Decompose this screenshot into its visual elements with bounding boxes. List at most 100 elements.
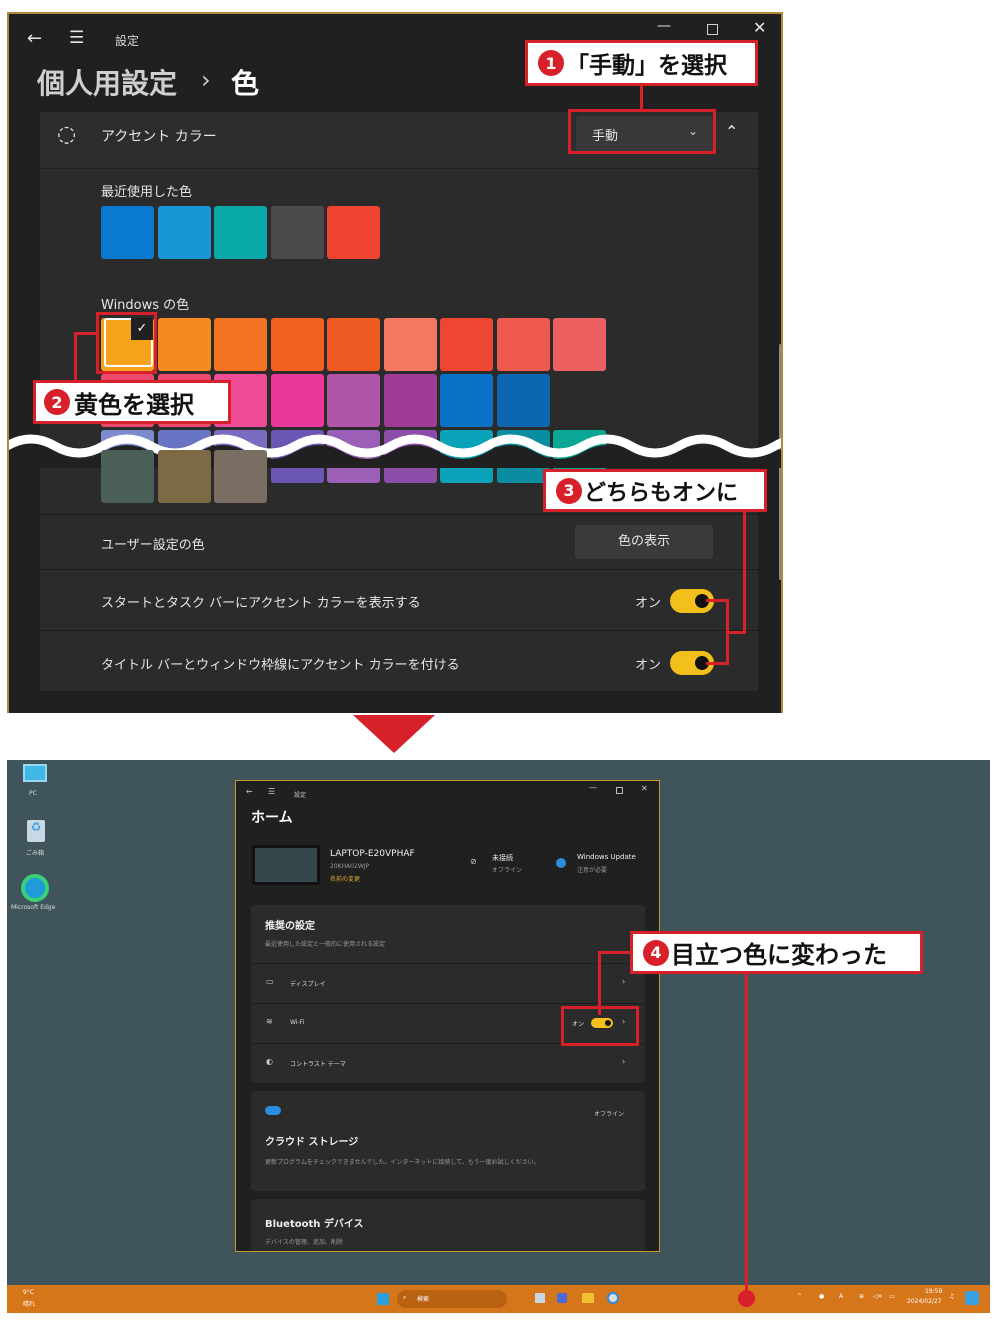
callout-leader-line <box>743 512 746 634</box>
network-tray-icon[interactable]: ⊕ <box>859 1293 864 1300</box>
titlebar-toggle-state: オン <box>635 658 662 673</box>
weather-temp[interactable]: 9°C <box>23 1289 34 1296</box>
file-explorer-icon[interactable] <box>582 1293 594 1303</box>
callout-number: 2 <box>44 389 70 415</box>
callout-leader-line <box>74 332 98 335</box>
windows-color-swatch-r1-8[interactable] <box>496 318 550 371</box>
recycle-bin-label: ごみ箱 <box>26 850 45 857</box>
chevron-right-icon[interactable]: › <box>622 977 625 986</box>
down-arrow-icon <box>353 715 435 753</box>
edge-icon-label: Microsoft Edge <box>11 904 56 911</box>
windows-update-sub: 注意が必要 <box>577 867 608 874</box>
weather-desc: 晴れ <box>23 1301 36 1308</box>
windows-color-swatch-r1-6[interactable] <box>383 318 437 371</box>
back-arrow-icon[interactable]: ← <box>27 28 42 49</box>
recommended-sub: 最近使用した設定と一般的に使用される設定 <box>265 941 386 948</box>
hamburger-icon[interactable]: ☰ <box>69 28 84 48</box>
notification-bell-icon[interactable]: ♫ <box>949 1293 954 1300</box>
breadcrumb-parent[interactable]: 個人用設定 <box>37 62 177 102</box>
task-view-icon[interactable] <box>535 1293 545 1303</box>
start-taskbar-accent-label: スタートとタスク バーにアクセント カラーを表示する <box>101 596 421 611</box>
callout-leader-line <box>598 951 632 954</box>
copilot-icon[interactable] <box>965 1291 979 1305</box>
recent-color-swatch-3[interactable] <box>214 206 267 259</box>
recent-color-swatch-5[interactable] <box>327 206 380 259</box>
search-box[interactable]: ⌕ 検索 <box>397 1290 507 1308</box>
cloud-icon <box>265 1106 281 1115</box>
recent-color-swatch-2[interactable] <box>157 206 211 259</box>
clock-time[interactable]: 19:59 <box>925 1288 942 1295</box>
windows-color-swatch-r1-9[interactable] <box>553 318 606 371</box>
close-icon[interactable]: ✕ <box>641 784 648 793</box>
battery-icon[interactable]: ▭ <box>889 1293 895 1300</box>
callout-1: 1 「手動」を選択 <box>525 40 758 86</box>
maximize-icon[interactable] <box>616 787 623 794</box>
callout-leader-line <box>726 631 746 634</box>
maximize-icon[interactable] <box>707 24 718 35</box>
callout-number: 1 <box>538 50 564 76</box>
window-title: 設定 <box>115 34 140 48</box>
wifi-label[interactable]: Wi-Fi <box>290 1019 304 1026</box>
start-taskbar-toggle-state: オン <box>635 596 662 611</box>
close-icon[interactable]: ✕ <box>753 18 766 37</box>
windows-color-swatch-r1-4[interactable] <box>270 318 324 371</box>
windows-color-swatch-r1-3[interactable] <box>214 318 267 371</box>
teams-icon[interactable] <box>557 1293 567 1303</box>
bluetooth-sub: デバイスの管理、追加、削除 <box>265 1239 343 1246</box>
callout-leader-line <box>706 599 728 602</box>
recommended-title: 推奨の設定 <box>265 921 315 932</box>
rename-link[interactable]: 名前の変更 <box>330 874 360 883</box>
windows-color-swatch-r2-7[interactable] <box>440 374 493 427</box>
windows-color-swatch-r2-8[interactable] <box>496 374 550 427</box>
pc-icon-label: PC <box>29 790 37 797</box>
callout-leader-line <box>726 599 729 665</box>
windows-color-swatch-r2-5[interactable] <box>327 374 380 427</box>
windows-color-swatch-r2-4[interactable] <box>270 374 324 427</box>
callout-4: 4 目立つ色に変わった <box>630 931 923 974</box>
windows-color-swatch-r2-6[interactable] <box>383 374 437 427</box>
tray-app-icon[interactable]: ● <box>819 1293 824 1300</box>
start-icon[interactable] <box>377 1293 389 1305</box>
recent-color-swatch-1[interactable] <box>101 206 154 259</box>
tray-chevron-icon[interactable]: ^ <box>797 1293 802 1300</box>
highlight-dropdown <box>568 109 716 154</box>
windows-color-swatch-r4-2[interactable] <box>157 450 211 503</box>
highlight-yellow-swatch <box>96 312 157 374</box>
titlebar-accent-label: タイトル バーとウィンドウ枠線にアクセント カラーを付ける <box>101 658 460 673</box>
volume-icon[interactable]: ◁× <box>873 1293 883 1300</box>
desktop: PC ♻ ごみ箱 Microsoft Edge ← ☰ 設定 — ✕ ホーム L… <box>7 760 990 1313</box>
windows-color-swatch-r1-5[interactable] <box>327 318 380 371</box>
recycle-bin-icon[interactable]: ♻ <box>27 820 45 842</box>
windows-color-swatch-r4-1[interactable] <box>101 450 154 503</box>
callout-3: 3 どちらもオンに <box>543 469 767 512</box>
minimize-icon[interactable]: — <box>657 18 671 34</box>
contrast-label[interactable]: コントラスト テーマ <box>290 1059 346 1068</box>
page-title: ホーム <box>251 810 293 826</box>
taskbar: 9°C 晴れ ⌕ 検索 ^ ● A ⊕ ◁× ▭ 19:59 2024/02/2… <box>7 1285 990 1313</box>
bluetooth-title[interactable]: Bluetooth デバイス <box>265 1215 364 1230</box>
view-colors-button[interactable]: 色の表示 <box>575 525 713 559</box>
pc-icon[interactable] <box>23 764 47 782</box>
hamburger-icon[interactable]: ☰ <box>268 787 275 796</box>
settings-taskbar-icon[interactable] <box>607 1292 619 1304</box>
windows-color-swatch-r1-2[interactable] <box>157 318 211 371</box>
callout-leader-dot <box>738 1290 755 1307</box>
windows-color-swatch-r1-7[interactable] <box>440 318 493 371</box>
callout-2: 2 黄色を選択 <box>33 380 231 424</box>
clock-date[interactable]: 2024/02/27 <box>907 1298 942 1305</box>
chevron-up-icon[interactable]: ⌃ <box>725 122 738 141</box>
windows-update-title[interactable]: Windows Update <box>577 853 636 861</box>
device-model: 20KHA02WJP <box>330 863 370 870</box>
ime-icon[interactable]: A <box>839 1293 843 1300</box>
windows-color-swatch-r4-3[interactable] <box>214 450 267 503</box>
back-arrow-icon[interactable]: ← <box>246 787 253 796</box>
display-label[interactable]: ディスプレイ <box>290 979 326 988</box>
display-icon: ▭ <box>266 977 274 986</box>
callout-leader-line <box>706 662 728 665</box>
page-title: 色 <box>231 67 260 100</box>
minimize-icon[interactable]: — <box>589 783 597 792</box>
chevron-right-icon[interactable]: › <box>622 1057 625 1066</box>
recent-color-swatch-4[interactable] <box>270 206 324 259</box>
edge-icon[interactable] <box>21 874 49 902</box>
network-icon: ⊘ <box>470 857 477 866</box>
